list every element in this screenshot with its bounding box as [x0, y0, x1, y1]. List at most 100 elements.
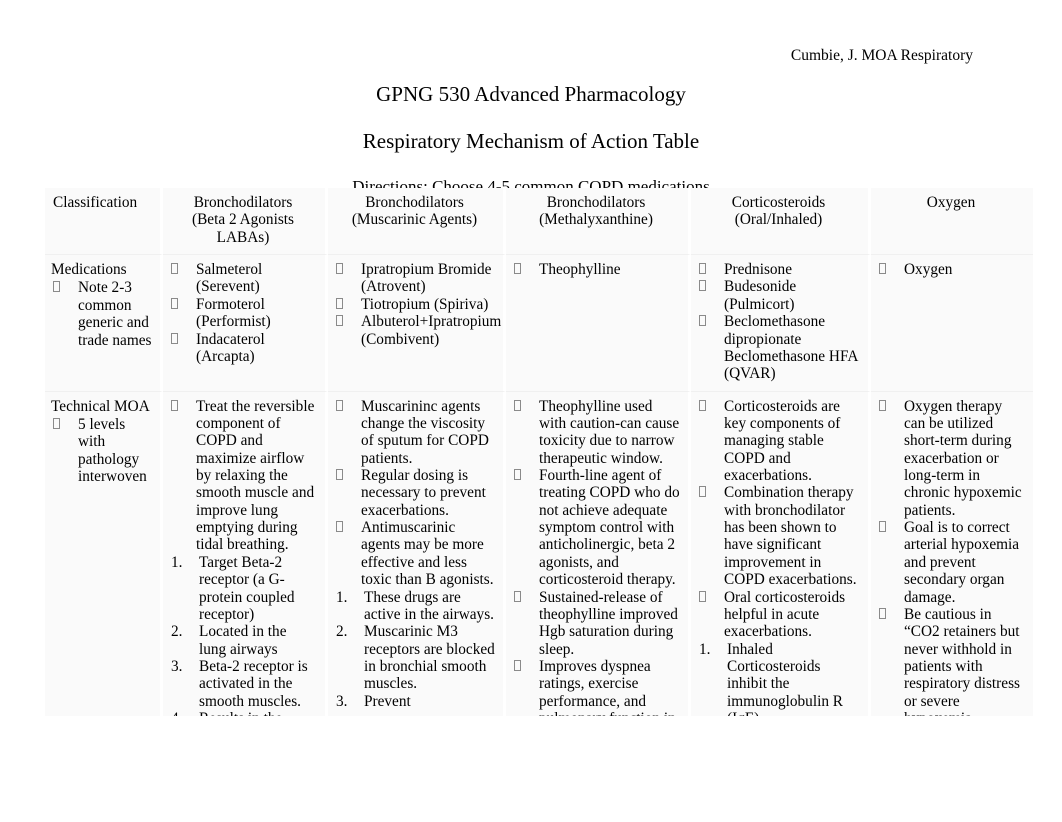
list-item: Improves dyspnea ratings, exercise perfo… [512, 658, 680, 716]
bullet-glyph-icon [879, 398, 886, 415]
bullet-glyph-icon [879, 261, 886, 278]
list-number-marker: 2. [336, 623, 348, 641]
numbered-list-item: 1. Inhaled Corticosteroids inhibit the im… [697, 641, 860, 716]
bullet-glyph-icon [336, 467, 343, 484]
column-header-classification: Classification [45, 188, 163, 256]
bullet-list: Oxygen [877, 261, 1025, 278]
list-item-text: Be cautious in “CO2 retainers but never … [904, 605, 1020, 716]
cell-moa-methylxanthine: Theophylline used with caution-can cause… [506, 391, 691, 716]
list-item-text: Budesonide (Pulmicort) [724, 278, 797, 313]
bullet-glyph-icon [699, 484, 706, 501]
list-item: Sustained-release of theophylline improv… [512, 589, 680, 658]
header-line-1: Bronchodilators [193, 194, 293, 211]
column-header-beta2-agonists: Bronchodilators (Beta 2 Agonists LABAs) [163, 188, 328, 256]
list-item: Oral corticosteroids helpful in acute ex… [697, 589, 860, 641]
list-item-text: 5 levels with pathology interwoven [78, 415, 147, 486]
numbered-list-item: 1. These drugs are active in the airways. [334, 589, 495, 624]
list-item-text: Results in the activation of cyclic [199, 710, 316, 716]
list-item: Oxygen [877, 261, 1025, 278]
list-item: Salmeterol (Serevent) [169, 261, 317, 296]
page-subtitle: Respiratory Mechanism of Action Table [362, 129, 700, 153]
list-item: Note 2-3 common generic and trade names [51, 279, 152, 349]
bullet-list: Theophylline used with caution-can cause… [512, 398, 680, 716]
numbered-list: 1. These drugs are active in the airways.… [334, 589, 495, 711]
list-item: Formoterol (Performist) [169, 296, 317, 331]
list-item-text: Improves dyspnea ratings, exercise perfo… [539, 657, 676, 716]
bullet-list: Salmeterol (Serevent) Formoterol (Perform… [169, 261, 317, 365]
list-item-text: Goal is to correct arterial hypoxemia an… [904, 519, 1020, 606]
table-row-medications: Medications Note 2-3 common generic and … [45, 255, 1033, 392]
bullet-glyph-icon [336, 519, 343, 536]
list-item-text: Antimuscarinic agents may be more effect… [361, 519, 494, 589]
list-item: Treat the reversible component of COPD a… [169, 398, 317, 467]
row-label-cell-medications: Medications Note 2-3 common generic and … [45, 255, 163, 392]
list-item-text: Prednisone [724, 261, 792, 279]
bullet-glyph-icon [699, 398, 706, 415]
list-item: Tiotropium (Spiriva) [334, 296, 495, 313]
bullet-glyph-icon [514, 398, 521, 415]
bullet-glyph-icon [514, 589, 521, 606]
bullet-glyph-icon [699, 278, 706, 295]
bullet-glyph-icon [336, 313, 343, 330]
row-label-bullets: Note 2-3 common generic and trade names [51, 279, 152, 349]
list-number-marker: 3. [171, 657, 183, 675]
list-item-text: These drugs are active in the airways. [364, 588, 494, 623]
title-block: GPNG 530 Advanced Pharmacology Respirato… [0, 82, 1062, 196]
moa-table-container: Classification Bronchodilators (Beta 2 A… [45, 188, 1033, 716]
header-line-1: Bronchodilators [546, 194, 646, 211]
list-item-text: Formoterol (Performist) [196, 295, 271, 331]
list-item: Beclomethasone dipropionate Beclomethaso… [697, 313, 860, 382]
bullet-list: Oxygen therapy can be utilized short-ter… [877, 398, 1025, 716]
list-number-marker: 1. [699, 640, 711, 658]
row-label-text: Medications [51, 261, 127, 279]
bullet-glyph-icon [699, 261, 706, 278]
list-item: Antimuscarinic agents may be more effect… [334, 519, 495, 588]
list-item-text: Beta-2 receptor is activated in the smoo… [199, 657, 308, 710]
list-item: by relaxing the smooth muscle and improv… [169, 467, 317, 554]
list-item: Budesonide (Pulmicort) [697, 278, 860, 313]
column-header-muscarinic: Bronchodilators (Muscarinic Agents) [328, 188, 506, 256]
list-item: Indacaterol (Arcapta) [169, 331, 317, 366]
cell-moa-beta2: Treat the reversible component of COPD a… [163, 391, 328, 716]
list-item-text: Beclomethasone dipropionate Beclomethaso… [724, 313, 858, 383]
header-line-3: LABAs) [216, 228, 270, 246]
list-item: Oxygen therapy can be utilized short-ter… [877, 398, 1025, 467]
list-item-text: by relaxing the smooth muscle and improv… [196, 467, 315, 554]
list-item: Goal is to correct arterial hypoxemia an… [877, 519, 1025, 606]
moa-table: Classification Bronchodilators (Beta 2 A… [45, 188, 1033, 716]
row-label-bullets: 5 levels with pathology interwoven [51, 416, 152, 485]
list-item: Corticosteroids are key components of ma… [697, 398, 860, 485]
numbered-list-item: 4. Results in the activation of cyclic [169, 710, 317, 716]
list-item-text: Note 2-3 common generic and trade names [78, 279, 152, 349]
column-header-methylxanthine: Bronchodilators (Methalyxanthine) [506, 188, 691, 256]
list-number-marker: 1. [171, 553, 183, 571]
cell-moa-oxygen: Oxygen therapy can be utilized short-ter… [871, 391, 1033, 716]
column-header-oxygen: Oxygen [871, 188, 1033, 256]
page-title: GPNG 530 Advanced Pharmacology [376, 82, 686, 106]
list-item-text: Corticosteroids are key components of ma… [724, 397, 841, 485]
bullet-list: Corticosteroids are key components of ma… [697, 398, 860, 641]
list-item-text: Albuterol+Ipratropium (Combivent) [361, 313, 502, 348]
list-item-text: Regular dosing is necessary to prevent e… [361, 467, 486, 519]
header-line-2: (Oral/Inhaled) [734, 211, 823, 229]
list-item: Prednisone [697, 261, 860, 278]
list-item: Muscarininc agents change the viscosity … [334, 398, 495, 467]
numbered-list-item: 3. Prevent [334, 693, 495, 710]
bullet-glyph-icon [171, 331, 178, 348]
list-item: Theophylline [512, 261, 680, 278]
row-label-text: Technical MOA [51, 397, 150, 415]
list-item-text: Target Beta-2 receptor (a G-protein coup… [199, 553, 295, 623]
cell-moa-muscarinic: Muscarininc agents change the viscosity … [328, 391, 506, 716]
bullet-glyph-icon [699, 589, 706, 606]
list-item: Combination therapy with bronchodilator … [697, 484, 860, 588]
list-number-marker: 2. [171, 623, 183, 641]
document-page: Cumbie, J. MOA Respiratory GPNG 530 Adva… [0, 0, 1062, 822]
numbered-list-item: 2. Located in the lung airways [169, 623, 317, 658]
list-item-text: Fourth-line agent of treating COPD who d… [539, 467, 680, 589]
cell-medications-methylxanthine: Theophylline [506, 255, 691, 392]
list-item-text: Ipratropium Bromide (Atrovent) [361, 261, 492, 296]
bullet-list: Muscarininc agents change the viscosity … [334, 398, 495, 589]
cell-medications-muscarinic: Ipratropium Bromide (Atrovent) Tiotropium… [328, 255, 506, 392]
list-number-marker: 1. [336, 588, 348, 606]
list-item: Regular dosing is necessary to prevent e… [334, 467, 495, 519]
